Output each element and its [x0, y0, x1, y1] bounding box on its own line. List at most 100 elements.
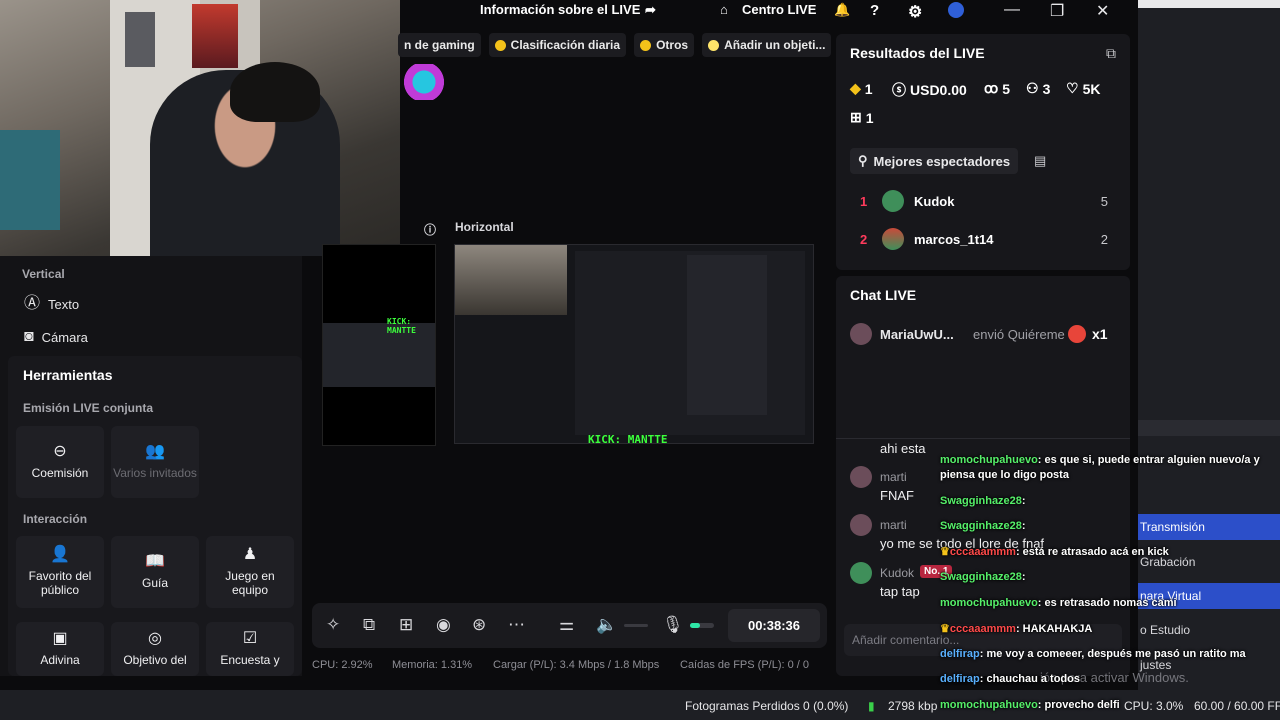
horizontal-preview-webcam [455, 245, 567, 315]
webcam-poster-red [192, 4, 238, 68]
team-game-button[interactable]: ♟ Juego en equipo [206, 536, 294, 608]
rank-1-number: 1 [860, 194, 868, 209]
stats-row: CPU: 2.92% Memoria: 1.31% Cargar (P/L): … [312, 659, 812, 673]
chat-message-3: tap tap [880, 584, 920, 599]
live-info-title[interactable]: Información sobre el LIVE [480, 2, 640, 17]
gift-count: x1 [1092, 326, 1108, 342]
overlay-user-4: cccaaammm [949, 546, 1016, 558]
chat-user-1[interactable]: marti [880, 470, 907, 484]
fps-drops-stat: Caídas de FPS (P/L): 0 / 0 [680, 659, 810, 671]
goal-button[interactable]: ◎ Objetivo del [111, 622, 199, 676]
centro-live-link[interactable]: Centro LIVE [742, 2, 816, 17]
overlay-user-8: delfirap [940, 648, 980, 660]
chip-others[interactable]: Otros [634, 33, 695, 57]
magic-wand-icon[interactable]: ✧ [326, 615, 340, 635]
info-icon[interactable]: ⓘ [424, 221, 436, 238]
chip-add-goal[interactable]: Añadir un objeti... [702, 33, 832, 57]
minimize-icon[interactable]: — [1004, 1, 1020, 19]
chat-user-3[interactable]: Kudok [880, 566, 914, 580]
top-viewers-button[interactable]: ⚲ Mejores espectadores [850, 148, 1019, 174]
overlay-text-4: : está re atrasado acá en kick [1015, 546, 1169, 558]
crown-icon: ♛ [940, 546, 950, 558]
mic-level-fill [690, 623, 700, 628]
gift-heart-icon [1068, 325, 1086, 343]
top-viewers-icon: ⚲ [858, 153, 868, 168]
gifts-value: 1 [865, 109, 874, 126]
share-icon[interactable]: ➦ [645, 2, 656, 18]
dropped-frames: Fotogramas Perdidos 0 (0.0%) [685, 699, 849, 713]
screen-share-icon[interactable]: ⧉ [363, 615, 375, 635]
bell-icon[interactable]: 🔔 [834, 2, 850, 18]
overlay-text-3: : [1021, 520, 1026, 532]
diamonds-value: 1 [864, 80, 873, 97]
chip-gaming[interactable]: n de gaming [398, 33, 481, 57]
interaction-heading: Interacción [23, 512, 88, 526]
horizontal-kick-text: KICK: MANTTE [588, 433, 668, 444]
chat-user-2[interactable]: marti [880, 518, 907, 532]
overlay-user-6: momochupahuevo [940, 597, 1038, 609]
overlay-line-7: ♛cccaaammm: HAKAHAKJA [940, 622, 1092, 635]
top-viewers-label: Mejores espectadores [873, 153, 1011, 169]
horizontal-preview[interactable]: KICK: MANTTE [454, 244, 814, 444]
overlay-user-3: Swagginhaze28 [940, 520, 1022, 532]
overlay-text-7: : HAKAHAKJA [1015, 623, 1093, 635]
profile-avatar[interactable] [948, 2, 964, 21]
multi-guest-button[interactable]: 👥 Varios invitados [111, 426, 199, 498]
cohost-button[interactable]: ⊖ Coemisión [16, 426, 104, 498]
capture-icon[interactable]: ⊛ [472, 615, 486, 635]
upload-stat: Cargar (P/L): 3.4 Mbps / 1.8 Mbps [493, 659, 660, 671]
sliders-icon[interactable]: ⚌ [559, 615, 574, 635]
rank-2-name[interactable]: marcos_1t14 [914, 232, 994, 247]
usd-value: USD0.00 [910, 82, 967, 98]
guess-button[interactable]: ▣ Adivina [16, 622, 104, 676]
diamonds-stat: ◆ 1 [850, 80, 873, 97]
help-icon[interactable]: ? [870, 2, 879, 19]
microphone-icon[interactable]: 🎙 [662, 615, 684, 635]
diamond-icon: ◆ [850, 80, 861, 96]
overlay-user-0: momochupahuevo [940, 454, 1038, 466]
overlay-user-2: Swagginhaze28 [940, 495, 1022, 507]
volume-slider[interactable] [624, 624, 648, 627]
source-camera[interactable]: ◙ Cámara [24, 329, 88, 345]
poll-button[interactable]: ☑ Encuesta y [206, 622, 294, 676]
overlay-text-9: : chauchau a todos [979, 673, 1080, 685]
poll-label: Encuesta y [220, 653, 280, 667]
chip-daily-ranking-label: Clasificación diaria [510, 38, 621, 52]
restore-icon[interactable]: ❐ [1050, 1, 1064, 21]
add-scene-icon[interactable]: ⊞ [399, 615, 413, 635]
fan-favorite-button[interactable]: 👤 Favorito del público [16, 536, 104, 608]
home-icon: ⌂ [720, 2, 728, 17]
likes-stat: ♡ 5K [1066, 80, 1100, 97]
overlay-text-2: : [1021, 495, 1026, 507]
chip-gaming-label: n de gaming [404, 38, 475, 52]
followers-value: 3 [1042, 80, 1051, 97]
rank-1-name[interactable]: Kudok [914, 194, 954, 209]
chip-daily-ranking[interactable]: Clasificación diaria [488, 33, 627, 57]
results-title: Resultados del LIVE [850, 45, 985, 61]
fan-favorite-label: Favorito del público [28, 569, 92, 597]
guide-label: Guía [141, 576, 168, 590]
vertical-preview[interactable]: KICK: MANTTE [322, 244, 436, 446]
horizontal-preview-sidebar [687, 255, 767, 415]
overlay-text-8: : me voy a comeeer, después me pasó un r… [979, 648, 1246, 660]
target-icon: ◎ [148, 630, 162, 647]
volume-icon[interactable]: 🔈 [596, 615, 617, 635]
guide-button[interactable]: 📖 Guía [111, 536, 199, 608]
tools-heading: Herramientas [23, 367, 113, 383]
likes-value: 5K [1082, 80, 1101, 97]
gear-icon[interactable]: ⚙ [908, 2, 922, 22]
overlay-user-5: Swagginhaze28 [940, 571, 1022, 583]
close-icon[interactable]: ✕ [1096, 1, 1109, 21]
gift-sender-name[interactable]: MariaUwU... [880, 327, 954, 342]
mic-level [690, 623, 714, 628]
follower-icon: ⚇ [1026, 80, 1039, 96]
source-text[interactable]: Ⓐ Texto [24, 296, 79, 312]
overlay-line-8: delfirap: me voy a comeeer, después me p… [940, 648, 1246, 660]
gifts-stat: ⊞ 1 [850, 109, 874, 126]
popout-icon[interactable]: ⧉ [1106, 45, 1116, 62]
record-icon[interactable]: ◉ [436, 615, 451, 635]
list-icon[interactable]: ▤ [1034, 153, 1046, 169]
chat-avatar-2 [850, 514, 872, 536]
more-icon[interactable]: ⋯ [508, 615, 525, 635]
top-bar: Información sobre el LIVE ➦ ⌂ Centro LIV… [400, 0, 1130, 22]
